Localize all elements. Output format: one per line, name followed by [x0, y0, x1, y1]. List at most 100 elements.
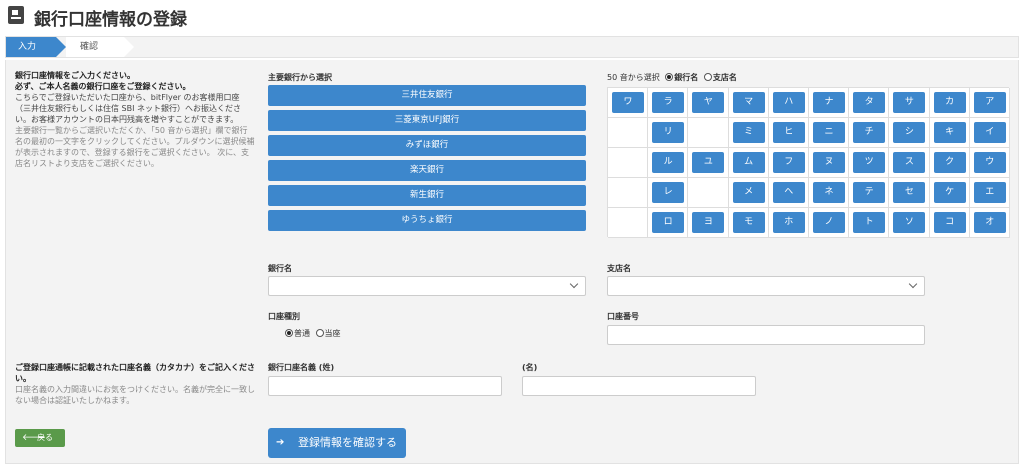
- kana-button[interactable]: ユ: [692, 152, 725, 173]
- kana-cell: ウ: [969, 148, 1010, 178]
- kana-button[interactable]: セ: [893, 182, 926, 203]
- kana-button[interactable]: ツ: [853, 152, 886, 173]
- kana-button[interactable]: ラ: [652, 92, 685, 113]
- kana-button[interactable]: キ: [933, 122, 966, 143]
- bank-button-yucho[interactable]: ゆうちょ銀行: [268, 210, 586, 231]
- kana-button[interactable]: リ: [652, 122, 685, 143]
- back-button[interactable]: 🡐 戻る: [15, 429, 65, 447]
- kana-button[interactable]: ケ: [933, 182, 966, 203]
- kana-cell: ケ: [929, 178, 970, 208]
- kana-button[interactable]: コ: [933, 212, 966, 233]
- kana-button[interactable]: シ: [893, 122, 926, 143]
- kana-cell: セ: [889, 178, 930, 208]
- kana-button[interactable]: ヒ: [772, 122, 805, 143]
- radio-account-current[interactable]: [315, 329, 324, 337]
- kana-cell: ヤ: [688, 88, 729, 118]
- kana-button[interactable]: ト: [853, 212, 886, 233]
- radio-bank-name[interactable]: [665, 73, 674, 81]
- account-number-input[interactable]: [607, 325, 925, 345]
- kana-cell: ハ: [768, 88, 809, 118]
- kana-cell: ネ: [809, 178, 850, 208]
- kana-button[interactable]: ノ: [813, 212, 845, 233]
- kana-cell: ロ: [648, 208, 689, 238]
- kana-button[interactable]: モ: [732, 212, 765, 233]
- kana-button[interactable]: テ: [853, 182, 886, 203]
- kana-cell: ミ: [728, 118, 769, 148]
- kana-cell: ク: [929, 148, 970, 178]
- step-confirm: 確認: [66, 37, 134, 57]
- kana-cell: テ: [849, 178, 890, 208]
- kana-cell: ア: [969, 88, 1010, 118]
- confirm-button[interactable]: ➔ 登録情報を確認する: [268, 428, 406, 458]
- intro-text: 銀行口座情報をご入力ください。 必ず、ご本人名義の銀行口座をご登録ください。 こ…: [15, 70, 255, 169]
- chevron-down-icon: [569, 279, 579, 289]
- radio-bank-name-label: 銀行名: [674, 73, 699, 82]
- kana-button[interactable]: ニ: [813, 122, 845, 143]
- page-header: 銀行口座情報の登録: [0, 0, 1024, 34]
- kana-button[interactable]: ク: [933, 152, 966, 173]
- kana-button[interactable]: イ: [973, 122, 1006, 143]
- kana-button[interactable]: メ: [732, 182, 765, 203]
- kana-cell: ム: [728, 148, 769, 178]
- kana-button[interactable]: フ: [772, 152, 805, 173]
- bank-button-mizuho[interactable]: みずほ銀行: [268, 135, 586, 156]
- kana-cell: ヨ: [688, 208, 729, 238]
- kana-cell: キ: [929, 118, 970, 148]
- radio-account-ordinary-label: 普通: [294, 329, 310, 338]
- kana-button[interactable]: ヌ: [813, 152, 845, 173]
- kana-cell: モ: [728, 208, 769, 238]
- bank-button-rakuten[interactable]: 楽天銀行: [268, 160, 586, 181]
- kana-button[interactable]: ミ: [732, 122, 765, 143]
- kana-cell: エ: [969, 178, 1010, 208]
- arrow-left-icon: 🡐: [22, 433, 47, 443]
- kana-button[interactable]: タ: [853, 92, 886, 113]
- kana-button[interactable]: ヘ: [772, 182, 805, 203]
- kana-button[interactable]: ナ: [813, 92, 845, 113]
- kana-button[interactable]: ル: [652, 152, 685, 173]
- kana-cell: [688, 178, 729, 208]
- kana-button[interactable]: ス: [893, 152, 926, 173]
- intro-line-2: 必ず、ご本人名義の銀行口座をご登録ください。: [15, 82, 191, 91]
- kana-button[interactable]: ホ: [772, 212, 805, 233]
- kana-cell: [608, 148, 649, 178]
- bank-button-shinsei[interactable]: 新生銀行: [268, 185, 586, 206]
- kana-button[interactable]: サ: [893, 92, 926, 113]
- kana-select-header: 50 音から選択 銀行名 支店名: [607, 72, 737, 83]
- kana-button[interactable]: ヨ: [692, 212, 725, 233]
- kana-button[interactable]: エ: [973, 182, 1006, 203]
- holder-last-input[interactable]: [268, 376, 502, 396]
- kana-button[interactable]: ワ: [612, 92, 644, 113]
- kana-button[interactable]: ロ: [652, 212, 685, 233]
- radio-branch-name[interactable]: [703, 73, 712, 81]
- kana-button[interactable]: ハ: [772, 92, 805, 113]
- bank-name-select[interactable]: [268, 276, 586, 296]
- kana-button[interactable]: チ: [853, 122, 886, 143]
- kana-button[interactable]: ア: [973, 92, 1006, 113]
- intro-line-1: 銀行口座情報をご入力ください。: [15, 71, 135, 80]
- kana-button[interactable]: ヤ: [692, 92, 725, 113]
- radio-account-ordinary[interactable]: [285, 329, 293, 337]
- kana-button[interactable]: ム: [732, 152, 765, 173]
- bank-button-mufg[interactable]: 三菱東京UFJ銀行: [268, 110, 586, 131]
- account-type-label: 口座種別: [268, 312, 300, 321]
- kana-cell: コ: [929, 208, 970, 238]
- radio-branch-name-label: 支店名: [712, 73, 737, 82]
- kana-cell: ル: [648, 148, 689, 178]
- kana-button[interactable]: オ: [973, 212, 1006, 233]
- branch-name-label: 支店名: [607, 264, 631, 273]
- intro-line-3: こちらでご登録いただいた口座から、bitFlyer のお客様用口座（三井住友銀行…: [15, 93, 242, 124]
- kana-button[interactable]: レ: [652, 182, 685, 203]
- branch-name-select[interactable]: [607, 276, 925, 296]
- confirm-button-label: 登録情報を確認する: [298, 436, 397, 449]
- bank-button-smbc[interactable]: 三井住友銀行: [268, 85, 586, 106]
- kana-button[interactable]: カ: [933, 92, 966, 113]
- kana-cell: ナ: [809, 88, 850, 118]
- kana-cell: タ: [849, 88, 890, 118]
- kana-button[interactable]: ネ: [813, 182, 845, 203]
- kana-button[interactable]: ウ: [973, 152, 1006, 173]
- kana-cell: ト: [849, 208, 890, 238]
- kana-button[interactable]: マ: [732, 92, 765, 113]
- holder-first-input[interactable]: [522, 376, 756, 396]
- holder-first-label: (名): [522, 363, 538, 372]
- kana-button[interactable]: ソ: [893, 212, 926, 233]
